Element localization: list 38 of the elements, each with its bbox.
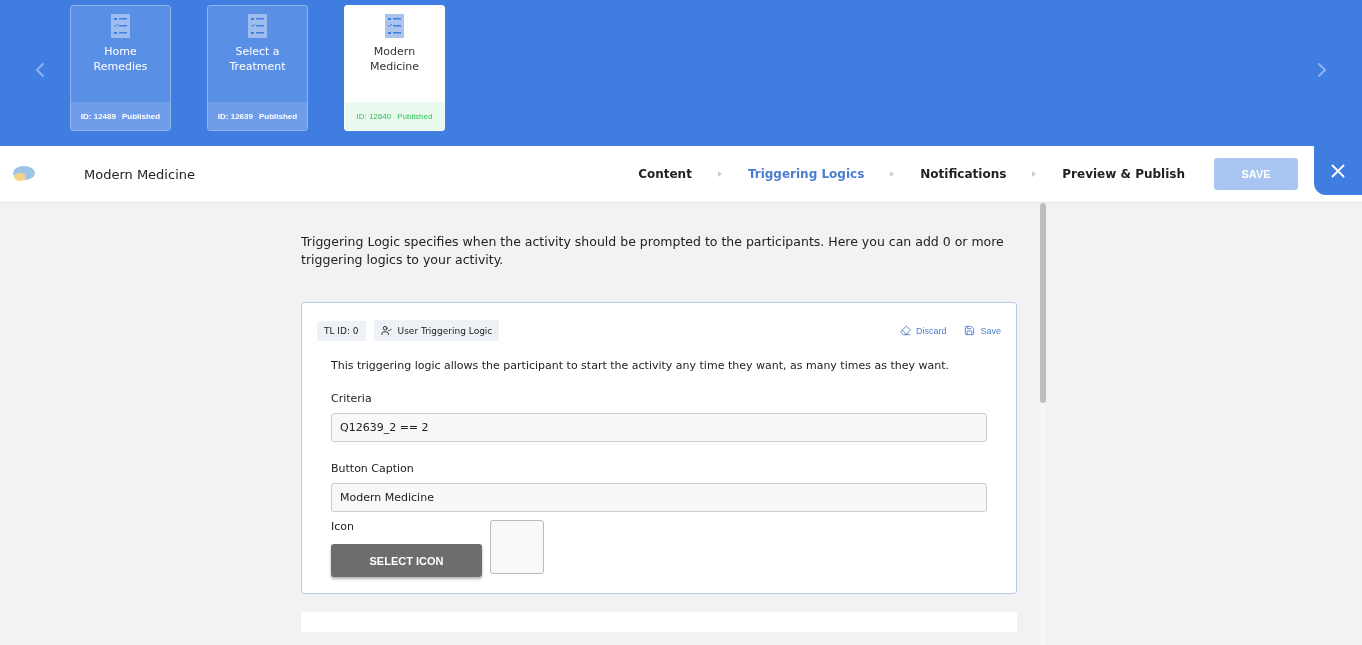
activity-title: Select a Treatment bbox=[228, 44, 287, 74]
scrollbar[interactable] bbox=[1040, 203, 1046, 645]
activity-status: Published bbox=[258, 111, 298, 121]
caption-label: Button Caption bbox=[331, 462, 415, 475]
activity-status: Published bbox=[121, 111, 161, 121]
activity-id: ID: 12640 bbox=[356, 111, 392, 121]
activity-title: Home Remedies bbox=[92, 44, 149, 74]
activity-title: Modern Medicine bbox=[368, 44, 421, 74]
activity-card[interactable]: Modern Medicine ID: 12640 Published bbox=[344, 5, 445, 131]
caption-field[interactable]: Modern Medicine bbox=[331, 483, 987, 512]
checklist-icon bbox=[111, 14, 130, 38]
save-logic-button[interactable]: Save bbox=[964, 325, 1001, 336]
activity-card[interactable]: Home Remedies ID: 12489 Published bbox=[70, 5, 171, 131]
checklist-icon bbox=[385, 14, 404, 38]
activity-status: Published bbox=[397, 111, 433, 121]
user-check-icon bbox=[380, 325, 392, 336]
type-tag: User Triggering Logic bbox=[373, 320, 500, 341]
activity-name: Modern Medicine bbox=[84, 166, 195, 182]
select-icon-button[interactable]: SELECT ICON bbox=[331, 544, 482, 577]
checklist-icon bbox=[248, 14, 267, 38]
step-tab[interactable]: Content bbox=[638, 167, 692, 181]
criteria-label: Criteria bbox=[331, 392, 373, 405]
step-tab[interactable]: Notifications bbox=[920, 167, 1007, 181]
id-tag: TL ID: 0 bbox=[317, 320, 366, 341]
icon-preview bbox=[490, 520, 544, 574]
intro-text: Triggering Logic specifies when the activity should be prompted to the participants. Here you can add 0 or more triggering logics to your activity. bbox=[301, 233, 1005, 269]
icon-label: Icon bbox=[331, 520, 354, 533]
activity-id: ID: 12489 bbox=[80, 111, 116, 121]
logic-description: This triggering logic allows the participant to start the activity any time they want, as many times as they want. bbox=[331, 359, 950, 372]
discard-button[interactable]: Discard bbox=[899, 325, 947, 336]
brain-logo-icon bbox=[12, 165, 36, 183]
step-tab[interactable]: Preview & Publish bbox=[1062, 167, 1185, 181]
eraser-icon bbox=[899, 325, 911, 336]
criteria-field[interactable]: Q12639_2 == 2 bbox=[331, 413, 987, 442]
activity-card[interactable]: Select a Treatment ID: 12639 Published bbox=[207, 5, 308, 131]
activity-id: ID: 12639 bbox=[217, 111, 253, 121]
close-button[interactable] bbox=[1314, 146, 1362, 195]
step-tab[interactable]: Triggering Logics bbox=[747, 167, 865, 181]
